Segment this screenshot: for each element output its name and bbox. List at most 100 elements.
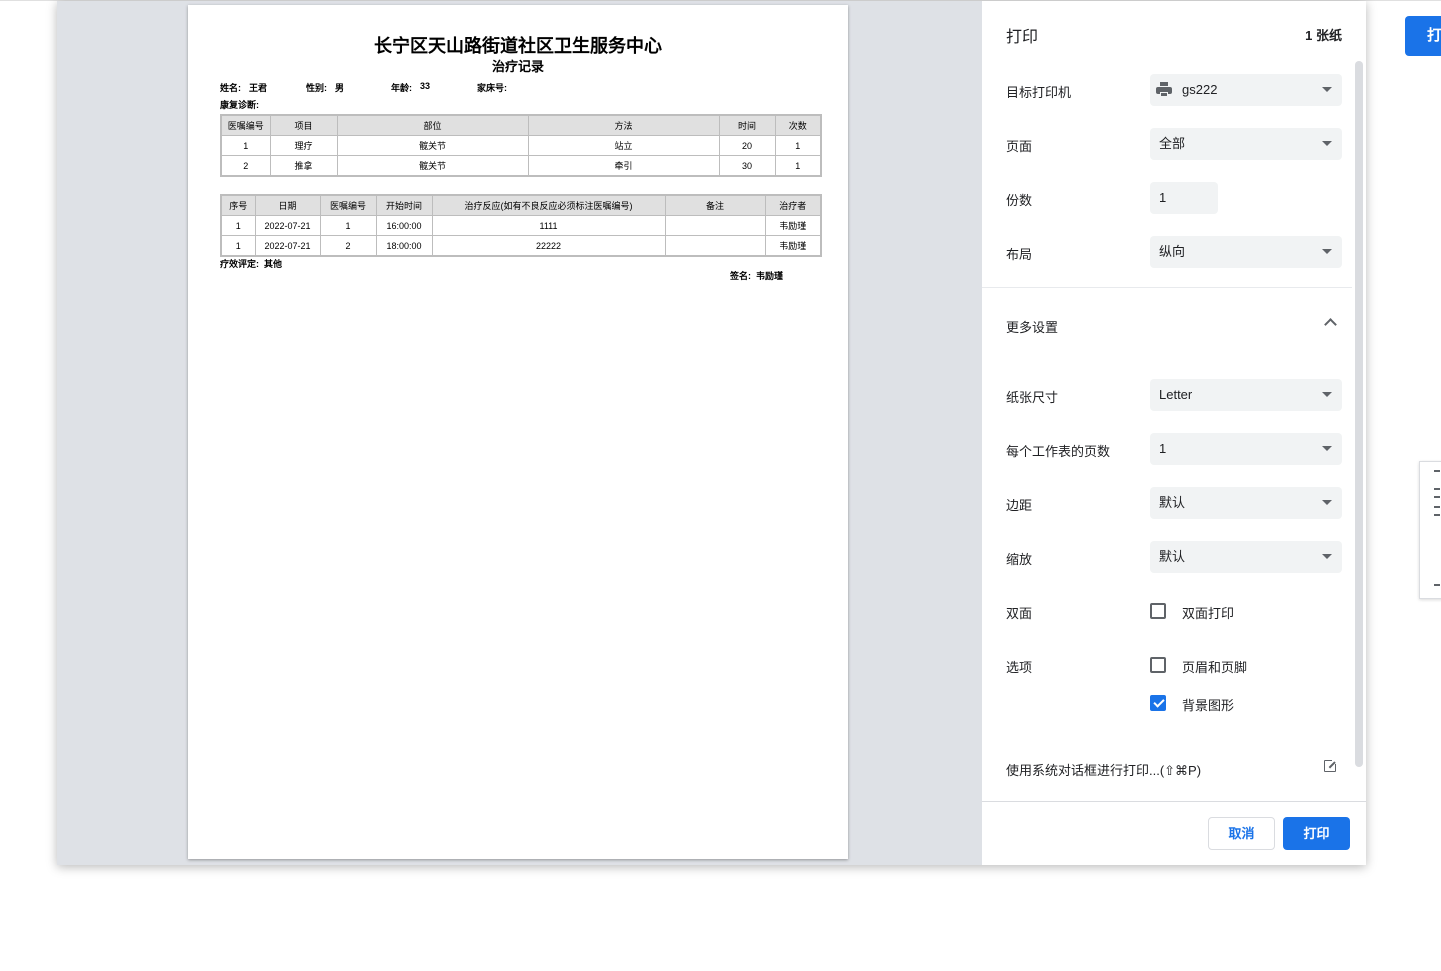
table-cell: 2022-07-21	[254, 215, 321, 236]
dropdown-arrow-icon	[1322, 446, 1332, 451]
table-row: 1 2022-07-21 2 18:00:00 22222 韦励瑾	[220, 235, 822, 257]
records-table-header: 序号 日期 医嘱编号 开始时间 治疗反应(如有不良反应必须标注医嘱编号) 备注 …	[220, 194, 822, 216]
background-graphics-label[interactable]: 背景图形	[1182, 695, 1234, 714]
column-header: 项目	[269, 114, 338, 136]
signature: 签名: 韦励瑾	[730, 269, 783, 282]
duplex-option-label[interactable]: 双面打印	[1182, 603, 1234, 622]
scale-value: 默认	[1159, 549, 1186, 564]
dropdown-arrow-icon	[1322, 87, 1332, 92]
pages-per-sheet-value: 1	[1159, 441, 1167, 456]
table-cell: 髋关节	[336, 155, 529, 177]
effect-evaluation: 疗效评定: 其他	[220, 257, 282, 270]
duplex-checkbox[interactable]	[1150, 603, 1166, 619]
open-in-new-icon[interactable]	[1324, 758, 1338, 772]
cancel-button[interactable]: 取消	[1208, 817, 1275, 850]
gender-value: 男	[335, 83, 345, 93]
system-dialog-link[interactable]: 使用系统对话框进行打印...(⇧⌘P)	[1006, 760, 1201, 779]
destination-label: 目标打印机	[1006, 85, 1072, 100]
pages-value: 全部	[1159, 136, 1186, 151]
age-label: 年龄:	[391, 83, 412, 93]
margins-select[interactable]: 默认	[1150, 487, 1342, 519]
column-header: 时间	[718, 114, 776, 136]
column-header: 医嘱编号	[220, 114, 271, 136]
effect-label: 疗效评定:	[220, 259, 259, 269]
destination-select[interactable]: gs222	[1150, 74, 1342, 106]
more-settings-toggle[interactable]: 更多设置	[1006, 317, 1058, 336]
treatment-records-table: 序号 日期 医嘱编号 开始时间 治疗反应(如有不良反应必须标注医嘱编号) 备注 …	[220, 194, 822, 257]
paper-size-select[interactable]: Letter	[1150, 379, 1342, 411]
column-header: 备注	[664, 194, 766, 216]
column-header: 部位	[336, 114, 529, 136]
print-button[interactable]: 打印	[1283, 817, 1350, 850]
table-cell: 推拿	[269, 155, 338, 177]
column-header: 治疗反应(如有不良反应必须标注医嘱编号)	[431, 194, 666, 216]
print-dialog: 长宁区天山路街道社区卫生服务中心 治疗记录 姓名: 王君 性别: 男 年龄: 3…	[57, 1, 1366, 865]
table-cell: 1111	[431, 215, 666, 236]
pages-per-sheet-select[interactable]: 1	[1150, 433, 1342, 465]
age-value: 33	[420, 81, 431, 91]
table-cell: 髋关节	[336, 135, 529, 156]
margins-label: 边距	[1006, 498, 1033, 513]
orders-table-header: 医嘱编号 项目 部位 方法 时间 次数	[220, 114, 822, 136]
layout-value: 纵向	[1159, 244, 1186, 259]
column-header: 医嘱编号	[319, 194, 377, 216]
preview-page: 长宁区天山路街道社区卫生服务中心 治疗记录 姓名: 王君 性别: 男 年龄: 3…	[188, 5, 848, 859]
pages-label: 页面	[1006, 139, 1033, 154]
document-title: 长宁区天山路街道社区卫生服务中心	[374, 36, 662, 56]
table-cell: 22222	[431, 235, 666, 257]
panel-title: 打印	[1006, 29, 1039, 46]
headers-footers-label[interactable]: 页眉和页脚	[1182, 657, 1247, 676]
diagnosis-label: 康复诊断:	[220, 100, 259, 110]
table-cell: 16:00:00	[375, 215, 433, 236]
dropdown-arrow-icon	[1322, 500, 1332, 505]
name-value: 王君	[249, 83, 268, 93]
pages-select[interactable]: 全部	[1150, 128, 1342, 160]
divider	[982, 287, 1352, 288]
table-cell: 1	[774, 155, 822, 177]
dropdown-arrow-icon	[1322, 554, 1332, 559]
table-cell: 18:00:00	[375, 235, 433, 257]
table-cell: 韦励瑾	[764, 215, 822, 236]
table-cell: 1	[220, 235, 256, 257]
sign-label: 签名:	[730, 271, 751, 281]
table-cell: 20	[718, 135, 776, 156]
print-preview-area: 长宁区天山路街道社区卫生服务中心 治疗记录 姓名: 王君 性别: 男 年龄: 3…	[57, 1, 982, 865]
scale-select[interactable]: 默认	[1150, 541, 1342, 573]
table-cell: 2022-07-21	[254, 235, 321, 257]
layout-select[interactable]: 纵向	[1150, 236, 1342, 268]
destination-value: gs222	[1182, 82, 1218, 97]
background-graphics-checkbox[interactable]	[1150, 695, 1166, 711]
table-cell: 30	[718, 155, 776, 177]
headers-footers-checkbox[interactable]	[1150, 657, 1166, 673]
printer-icon	[1156, 82, 1172, 98]
column-header: 次数	[774, 114, 822, 136]
scrollbar[interactable]	[1355, 61, 1363, 767]
dropdown-arrow-icon	[1322, 141, 1332, 146]
table-cell: 1	[774, 135, 822, 156]
name-label: 姓名:	[220, 83, 241, 93]
table-cell: 韦励瑾	[764, 235, 822, 257]
table-row: 2 推拿 髋关节 牵引 30 1	[220, 155, 822, 177]
column-header: 方法	[527, 114, 720, 136]
chevron-up-icon[interactable]	[1324, 318, 1337, 331]
options-label: 选项	[1006, 660, 1033, 675]
column-header: 治疗者	[764, 194, 822, 216]
table-cell	[664, 215, 766, 236]
table-row: 1 2022-07-21 1 16:00:00 1111 韦励瑾	[220, 215, 822, 236]
document-subtitle: 治疗记录	[491, 59, 544, 74]
column-header: 开始时间	[375, 194, 433, 216]
margins-value: 默认	[1159, 495, 1186, 510]
table-cell	[664, 235, 766, 257]
table-cell: 牵引	[527, 155, 720, 177]
duplex-label: 双面	[1006, 606, 1033, 621]
copies-label: 份数	[1006, 193, 1033, 208]
background-print-button[interactable]: 打	[1405, 16, 1441, 56]
column-header: 序号	[220, 194, 256, 216]
pages-per-sheet-label: 每个工作表的页数	[1006, 444, 1111, 459]
table-cell: 理疗	[269, 135, 338, 156]
table-cell: 1	[220, 215, 256, 236]
copies-input[interactable]: 1	[1150, 182, 1218, 214]
table-cell: 站立	[527, 135, 720, 156]
table-cell: 2	[220, 155, 271, 177]
paper-size-value: Letter	[1159, 387, 1193, 402]
